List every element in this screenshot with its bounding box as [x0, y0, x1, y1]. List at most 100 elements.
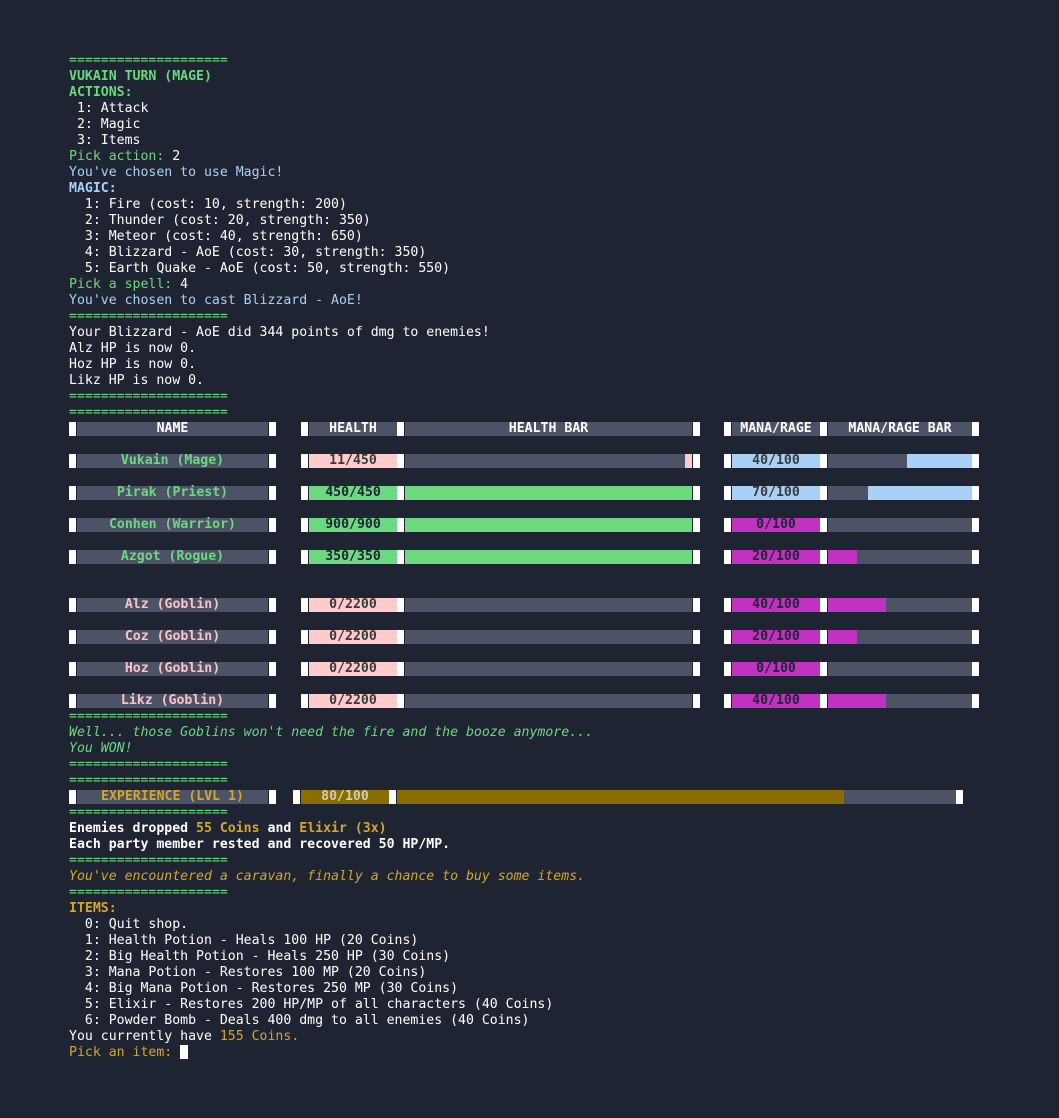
header-health: HEALTH: [309, 422, 397, 436]
pick-spell-value: 4: [180, 277, 189, 292]
cell-cap: [693, 662, 700, 676]
shop-item: 4: Big Mana Potion - Restores 250 MP (30…: [69, 981, 459, 996]
separator: ====================: [69, 885, 228, 900]
health-bar-fill: [405, 550, 692, 564]
spell-option: 5: Earth Quake - AoE (cost: 50, strength…: [69, 261, 451, 276]
cell-cap: [820, 550, 827, 564]
spell-option: 1: Fire (cost: 10, strength: 200): [69, 197, 347, 212]
cell-cap: [693, 694, 700, 708]
mana-rage-value: 0/100: [732, 662, 820, 676]
mana-rage-bar-fill: [868, 486, 972, 500]
pick-item-prompt[interactable]: Pick an item:: [69, 1045, 1029, 1061]
mana-rage-bar: [828, 486, 972, 500]
mana-rage-bar-fill: [828, 630, 857, 644]
health-bar-fill: [685, 454, 692, 468]
shop-item: 0: Quit shop.: [69, 917, 189, 932]
health-value: 0/2200: [309, 630, 397, 644]
cell-cap: [301, 454, 308, 468]
cell-cap: [724, 550, 731, 564]
mana-rage-bar: [828, 662, 972, 676]
mana-rage-bar: [828, 630, 972, 644]
health-bar-fill: [405, 486, 692, 500]
cell-cap: [269, 422, 276, 436]
cell-cap: [397, 422, 404, 436]
pick-action-prompt: Pick action: 2: [69, 149, 1029, 165]
cell-cap: [301, 694, 308, 708]
cell-cap: [972, 486, 979, 500]
cell-cap: [69, 422, 76, 436]
turn-title: VUKAIN TURN (MAGE): [69, 69, 212, 84]
cell-cap: [301, 422, 308, 436]
cell-cap: [693, 422, 700, 436]
character-name: Hoz (Goblin): [77, 662, 268, 676]
header-mana: MANA/RAGE: [732, 422, 820, 436]
cell-cap: [724, 662, 731, 676]
damage-message: Your Blizzard - AoE did 344 points of dm…: [69, 325, 490, 340]
experience-label: EXPERIENCE (LVL 1): [77, 790, 268, 804]
cell-cap: [972, 518, 979, 532]
magic-heading: MAGIC:: [69, 181, 117, 196]
pick-spell-prompt: Pick a spell: 4: [69, 277, 1029, 293]
cell-cap: [820, 694, 827, 708]
shop-item: 2: Big Health Potion - Heals 250 HP (30 …: [69, 949, 451, 964]
enemy-rows: Alz (Goblin) 0/2200 40/100 Coz (Goblin) 0/22…: [69, 597, 1029, 709]
mana-rage-value: 40/100: [732, 454, 820, 468]
health-bar-fill: [405, 518, 692, 532]
mana-rage-bar: [828, 518, 972, 532]
cell-cap: [269, 694, 276, 708]
enemy-row: Alz (Goblin) 0/2200 40/100: [69, 597, 1029, 613]
text-cursor[interactable]: [180, 1045, 189, 1059]
experience-value: 80/100: [301, 790, 389, 804]
cell-cap: [820, 662, 827, 676]
cell-cap: [69, 486, 76, 500]
character-name: Conhen (Warrior): [77, 518, 268, 532]
spell-option: 4: Blizzard - AoE (cost: 30, strength: 3…: [69, 245, 427, 260]
character-name: Azgot (Rogue): [77, 550, 268, 564]
health-value: 0/2200: [309, 662, 397, 676]
character-name: Alz (Goblin): [77, 598, 268, 612]
cell-cap: [972, 694, 979, 708]
cell-cap: [301, 486, 308, 500]
cell-cap: [972, 454, 979, 468]
enemy-row: Likz (Goblin) 0/2200 40/100: [69, 693, 1029, 709]
cell-cap: [269, 630, 276, 644]
rest-message: Each party member rested and recovered 5…: [69, 837, 451, 852]
health-bar: [405, 630, 692, 644]
cell-cap: [820, 598, 827, 612]
mana-rage-value: 40/100: [732, 694, 820, 708]
health-bar: [405, 518, 692, 532]
cell-cap: [69, 550, 76, 564]
enemy-row: Hoz (Goblin) 0/2200 0/100: [69, 661, 1029, 677]
cell-cap: [397, 550, 404, 564]
cell-cap: [69, 518, 76, 532]
hp-update-message: Likz HP is now 0.: [69, 373, 204, 388]
enemy-row: Coz (Goblin) 0/2200 20/100: [69, 629, 1029, 645]
mana-rage-bar: [828, 598, 972, 612]
shop-item: 1: Health Potion - Heals 100 HP (20 Coin…: [69, 933, 419, 948]
cell-cap: [693, 454, 700, 468]
chosen-spell-message: You've chosen to cast Blizzard - AoE!: [69, 293, 363, 308]
cell-cap: [397, 630, 404, 644]
drops-coins: 55 Coins: [196, 821, 260, 836]
cell-cap: [69, 790, 76, 804]
cell-cap: [956, 790, 963, 804]
cell-cap: [724, 422, 731, 436]
cell-cap: [301, 630, 308, 644]
drops-prefix: Enemies dropped: [69, 821, 197, 836]
cell-cap: [397, 662, 404, 676]
action-option: 2: Magic: [69, 117, 141, 132]
shop-item: 5: Elixir - Restores 200 HP/MP of all ch…: [69, 997, 554, 1012]
header-name: NAME: [77, 422, 268, 436]
cell-cap: [693, 550, 700, 564]
cell-cap: [820, 422, 827, 436]
spell-option: 3: Meteor (cost: 40, strength: 650): [69, 229, 363, 244]
cell-cap: [269, 598, 276, 612]
victory-won: You WON!: [69, 741, 133, 756]
cell-cap: [693, 598, 700, 612]
cell-cap: [724, 454, 731, 468]
cell-cap: [972, 550, 979, 564]
cell-cap: [69, 598, 76, 612]
health-bar: [405, 662, 692, 676]
separator: ====================: [69, 709, 228, 724]
